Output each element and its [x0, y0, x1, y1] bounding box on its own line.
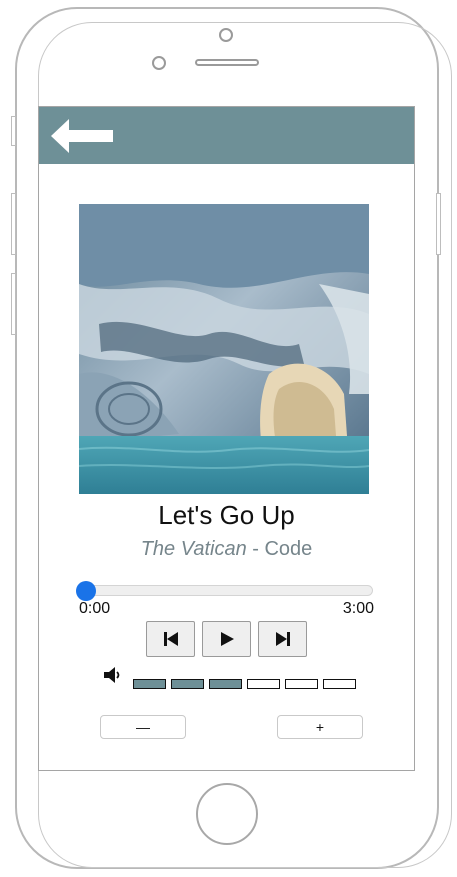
previous-button[interactable]: [146, 621, 195, 657]
play-icon: [220, 632, 234, 646]
phone-side-button-mute: [11, 116, 16, 146]
volume-decrease-button[interactable]: —: [100, 715, 186, 739]
song-meta-separator: -: [246, 538, 265, 560]
volume-segment[interactable]: [171, 679, 204, 689]
speaker-icon: [104, 667, 120, 683]
volume-segment[interactable]: [285, 679, 318, 689]
back-button[interactable]: [49, 117, 115, 155]
volume-segment[interactable]: [247, 679, 280, 689]
total-time: 3:00: [342, 600, 374, 617]
playback-controls: [146, 621, 309, 659]
volume-segment[interactable]: [209, 679, 242, 689]
earpiece-speaker: [195, 59, 259, 66]
front-camera: [219, 28, 233, 42]
song-meta: The Vatican - Code: [39, 538, 414, 561]
home-button[interactable]: [196, 783, 258, 845]
play-button[interactable]: [202, 621, 251, 657]
proximity-sensor: [152, 56, 166, 70]
player-screen: Let's Go Up The Vatican - Code 0:00 3:00: [38, 106, 415, 771]
progress-slider[interactable]: [76, 581, 373, 601]
current-time: 0:00: [79, 600, 111, 617]
song-album: Code: [264, 538, 313, 560]
skip-previous-icon: [163, 632, 178, 646]
volume-segment[interactable]: [133, 679, 166, 689]
header-bar: [39, 107, 414, 164]
volume-increase-button[interactable]: +: [277, 715, 363, 739]
progress-slider-thumb[interactable]: [76, 581, 96, 601]
phone-side-button-volume-down: [11, 273, 16, 335]
song-title: Let's Go Up: [158, 500, 295, 530]
phone-side-button-power: [436, 193, 441, 255]
back-arrow-icon: [51, 119, 113, 153]
next-button[interactable]: [258, 621, 307, 657]
phone-side-button-volume-up: [11, 193, 16, 255]
volume-segment[interactable]: [323, 679, 356, 689]
skip-next-icon: [275, 632, 290, 646]
album-art-image: [79, 204, 369, 494]
song-artist: The Vatican: [140, 538, 247, 560]
